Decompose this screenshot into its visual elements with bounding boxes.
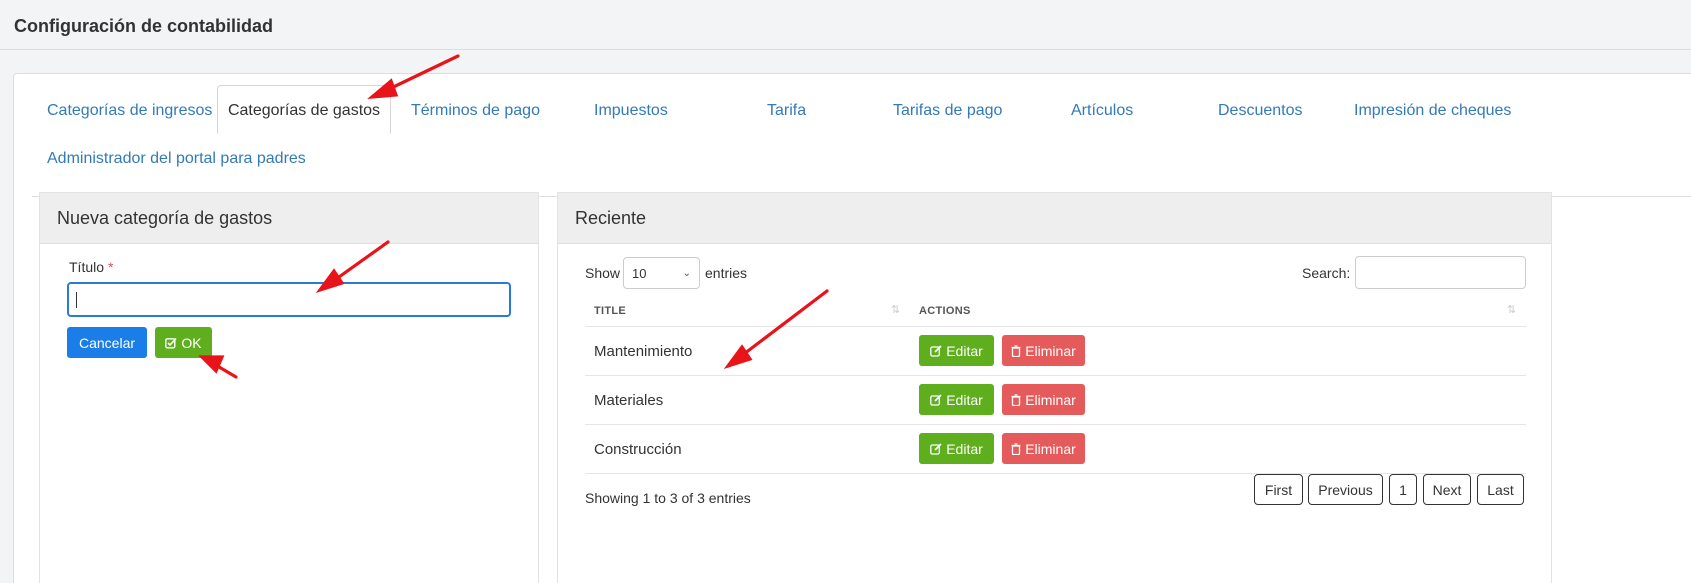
tab-check-printing[interactable]: Impresión de cheques	[1354, 102, 1511, 120]
edit-button[interactable]: Editar	[919, 384, 994, 415]
panel-header: Reciente	[558, 193, 1551, 244]
row-divider	[585, 375, 1526, 376]
ok-label: OK	[181, 334, 202, 351]
edit-label: Editar	[946, 342, 983, 359]
delete-label: Eliminar	[1025, 391, 1076, 408]
edit-button[interactable]: Editar	[919, 335, 994, 366]
row-divider	[585, 424, 1526, 425]
cancel-label: Cancelar	[78, 334, 136, 351]
next-page-button[interactable]: Next	[1423, 474, 1471, 505]
tab-payment-terms[interactable]: Términos de pago	[411, 102, 540, 120]
ok-button[interactable]: OK	[155, 327, 212, 358]
row-divider	[585, 473, 1526, 474]
column-header-actions[interactable]: ACTIONS	[919, 305, 971, 317]
new-category-panel: Nueva categoría de gastos Título * Cancel…	[39, 192, 539, 583]
show-label: Show	[585, 265, 621, 281]
cancel-button[interactable]: Cancelar	[67, 327, 147, 358]
title-input[interactable]	[67, 282, 511, 317]
search-input[interactable]	[1355, 256, 1526, 289]
tab-expense-categories[interactable]: Categorías de gastos	[217, 85, 391, 134]
search-label: Search:	[1302, 265, 1351, 281]
tab-parent-portal-admin[interactable]: Administrador del portal para padres	[47, 150, 306, 168]
entries-select[interactable]: 10 ⌄	[623, 257, 700, 289]
entries-value: 10	[632, 265, 647, 281]
column-header-title[interactable]: TITLE	[594, 305, 626, 317]
tab-taxes[interactable]: Impuestos	[594, 102, 668, 120]
page-1-button[interactable]: 1	[1389, 474, 1417, 505]
text-caret	[76, 292, 77, 308]
recent-panel: Reciente Show 10 ⌄ entries Search: TITLE…	[557, 192, 1552, 583]
trash-icon	[1011, 393, 1021, 406]
edit-icon	[930, 344, 942, 357]
table-info: Showing 1 to 3 of 3 entries	[585, 490, 751, 506]
trash-icon	[1011, 442, 1021, 455]
title-label-text: Título	[69, 259, 105, 275]
page-title: Configuración de contabilidad	[14, 16, 274, 36]
edit-label: Editar	[946, 440, 983, 457]
tab-rate[interactable]: Tarifa	[767, 102, 806, 120]
edit-icon	[930, 442, 942, 455]
delete-button[interactable]: Eliminar	[1002, 335, 1085, 366]
tab-payment-rates[interactable]: Tarifas de pago	[893, 102, 1002, 120]
page-header: Configuración de contabilidad	[0, 0, 1691, 50]
row-title: Materiales	[594, 392, 664, 409]
tab-income-categories[interactable]: Categorías de ingresos	[47, 102, 212, 120]
edit-label: Editar	[946, 391, 983, 408]
tab-discounts[interactable]: Descuentos	[1218, 102, 1303, 120]
title-field-label: Título *	[69, 259, 113, 275]
tab-items[interactable]: Artículos	[1071, 102, 1133, 120]
delete-label: Eliminar	[1025, 440, 1076, 457]
delete-button[interactable]: Eliminar	[1002, 433, 1085, 464]
chevron-down-icon: ⌄	[682, 268, 691, 279]
edit-icon	[930, 393, 942, 406]
panel-title: Reciente	[575, 208, 647, 228]
header-divider	[585, 326, 1526, 327]
delete-button[interactable]: Eliminar	[1002, 384, 1085, 415]
entries-label: entries	[705, 265, 748, 281]
required-mark: *	[108, 259, 114, 275]
row-title: Construcción	[594, 441, 682, 458]
last-page-button[interactable]: Last	[1477, 474, 1524, 505]
check-square-icon	[165, 337, 177, 348]
edit-button[interactable]: Editar	[919, 433, 994, 464]
panel-title: Nueva categoría de gastos	[57, 208, 273, 228]
trash-icon	[1011, 344, 1021, 357]
row-title: Mantenimiento	[594, 343, 693, 360]
panel-header: Nueva categoría de gastos	[40, 193, 538, 244]
sort-icon[interactable]: ⇅	[891, 303, 900, 316]
first-page-button[interactable]: First	[1254, 474, 1303, 505]
sort-icon[interactable]: ⇅	[1507, 303, 1516, 316]
delete-label: Eliminar	[1025, 342, 1076, 359]
previous-page-button[interactable]: Previous	[1308, 474, 1383, 505]
